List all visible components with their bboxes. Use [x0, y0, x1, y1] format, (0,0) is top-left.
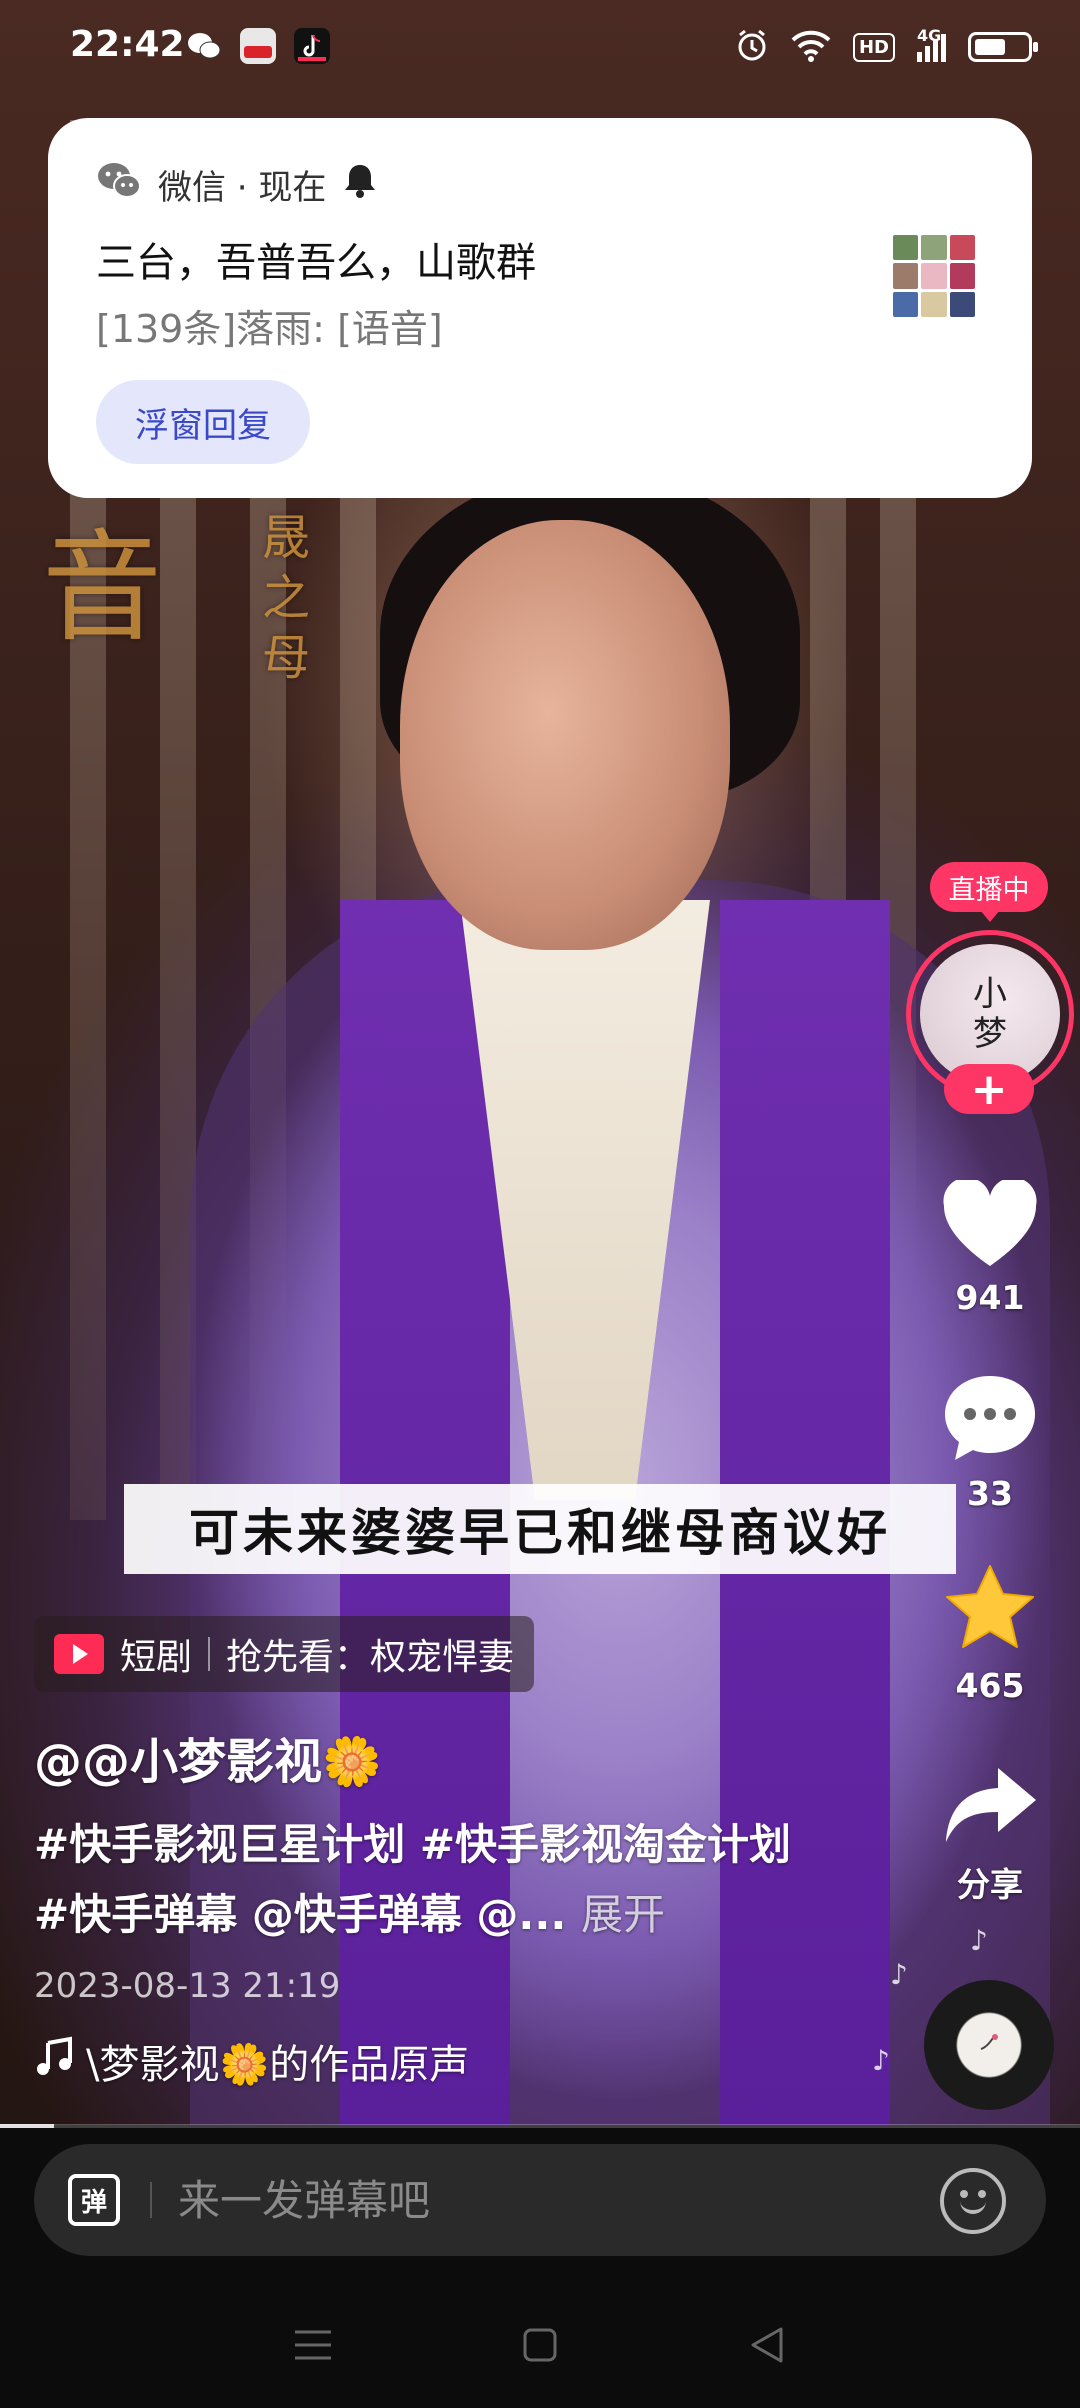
- divider: [208, 1637, 211, 1671]
- like-count: 941: [955, 1278, 1025, 1317]
- poster-character: 母: [262, 630, 311, 686]
- star-icon: [940, 1565, 1040, 1662]
- wifi-icon: [791, 28, 831, 66]
- notification-app-name: 微信 · 现在: [158, 168, 327, 208]
- post-date: 2023-08-13 21:19: [34, 1966, 341, 2006]
- music-note-icon: [34, 2035, 76, 2087]
- group-avatar-thumbnail: [890, 232, 978, 320]
- bell-icon: [342, 161, 378, 208]
- wechat-icon: [186, 28, 222, 64]
- notification-card[interactable]: 微信 · 现在 三台，吾普吾么，山歌群 [139条]落雨: [语音] 浮窗回复: [48, 118, 1032, 498]
- notification-body: [139条]落雨: [语音]: [96, 307, 443, 351]
- share-label: 分享: [957, 1865, 1023, 1904]
- favorite-count: 465: [955, 1666, 1025, 1705]
- share-button[interactable]: 分享: [930, 1760, 1050, 1906]
- hd-icon: HD: [852, 32, 895, 62]
- heart-icon: [940, 1177, 1040, 1274]
- wechat-icon: [96, 160, 142, 209]
- avatar-text: 小 梦: [973, 974, 1007, 1054]
- danmaku-input[interactable]: [178, 2166, 778, 2234]
- back-nav-button[interactable]: [737, 2315, 797, 2375]
- music-disc-cover-icon: [969, 2023, 1009, 2067]
- alarm-icon: [735, 28, 769, 66]
- system-nav-bar: [0, 2290, 1080, 2400]
- comment-button[interactable]: 33: [930, 1370, 1050, 1513]
- author-name[interactable]: @@小梦影视🌼: [34, 1722, 382, 1792]
- music-note-icon: ♪: [970, 1924, 988, 1957]
- danmaku-toggle-icon[interactable]: 弹: [68, 2174, 120, 2226]
- comment-count: 33: [967, 1474, 1013, 1513]
- music-disc[interactable]: [924, 1980, 1054, 2110]
- sohu-video-icon: [240, 28, 276, 64]
- music-note-icon: ♪: [890, 1958, 908, 1991]
- float-reply-button[interactable]: 浮窗回复: [96, 380, 310, 464]
- drama-preview-label: 抢先看：权宠悍妻: [226, 1637, 515, 1678]
- face-figure: [400, 520, 730, 950]
- music-info[interactable]: \梦影视🌼的作品原声: [34, 2032, 469, 2090]
- music-note-icon: ♪: [872, 2044, 890, 2077]
- poster-character: 音: [42, 519, 162, 658]
- drama-tag[interactable]: 短剧 抢先看：权宠悍妻: [34, 1616, 535, 1692]
- signal-4g-icon: 4G: [917, 26, 946, 62]
- network-type-label: 4G: [917, 26, 942, 45]
- play-icon: [54, 1634, 104, 1674]
- expand-link[interactable]: 展开: [581, 1890, 665, 1939]
- tiktok-icon: [294, 28, 330, 64]
- comment-icon: [940, 1376, 1040, 1470]
- status-bar: 22:42 HD 4G: [0, 0, 1080, 96]
- battery-icon: [968, 32, 1038, 62]
- music-title: \梦影视🌼的作品原声: [86, 2042, 470, 2088]
- live-badge[interactable]: 直播中: [930, 862, 1048, 922]
- status-time: 22:42: [70, 24, 185, 65]
- video-caption[interactable]: #快手影视巨星计划 #快手影视淘金计划 #快手弹幕 @快手弹幕 @... 展开: [34, 1810, 794, 1950]
- drama-tag-label: 短剧: [120, 1637, 193, 1678]
- danmaku-bar[interactable]: 弹: [34, 2144, 1046, 2256]
- favorite-button[interactable]: 465: [930, 1562, 1050, 1705]
- video-subtitle: 可未来婆婆早已和继母商议好: [124, 1484, 956, 1574]
- follow-button[interactable]: +: [944, 1064, 1034, 1115]
- notification-title: 三台，吾普吾么，山歌群: [96, 240, 536, 286]
- divider: [150, 2182, 152, 2218]
- emoji-icon[interactable]: [940, 2168, 1006, 2234]
- like-button[interactable]: 941: [930, 1177, 1050, 1317]
- menu-nav-button[interactable]: [283, 2315, 343, 2375]
- home-nav-button[interactable]: [510, 2315, 570, 2375]
- caption-text: #快手影视巨星计划 #快手影视淘金计划 #快手弹幕 @快手弹幕 @...: [34, 1820, 792, 1939]
- share-arrow-icon: [940, 1768, 1040, 1854]
